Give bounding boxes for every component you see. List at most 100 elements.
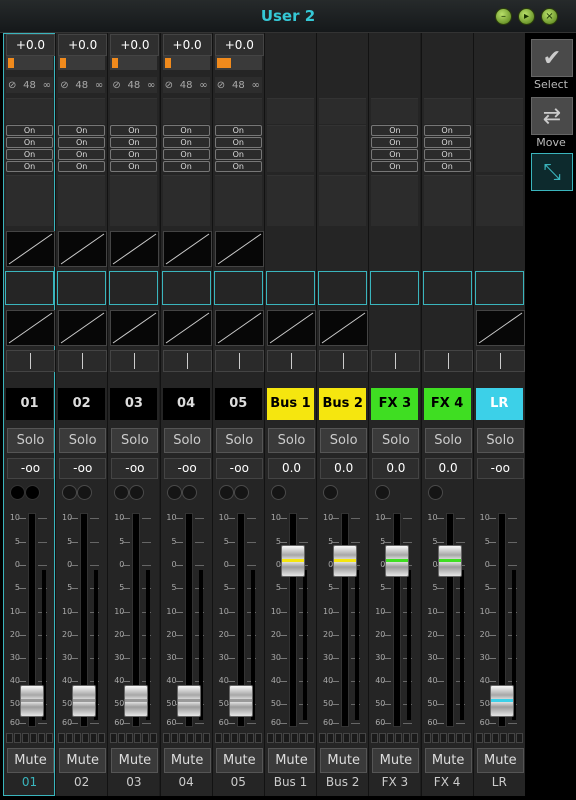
assign-button[interactable] — [431, 733, 439, 743]
assign-button[interactable] — [483, 733, 491, 743]
fader-knob[interactable] — [228, 685, 253, 717]
assign-button[interactable] — [475, 733, 483, 743]
assign-button[interactable] — [6, 733, 13, 743]
solo-button[interactable]: Solo — [372, 428, 420, 453]
send-on-button[interactable]: On — [423, 149, 471, 160]
fader[interactable]: 10505102030405060 — [422, 508, 473, 733]
pan-control[interactable] — [423, 350, 473, 372]
phase-icon[interactable]: ⊘ — [8, 80, 16, 91]
fader[interactable]: 10505102030405060 — [213, 508, 264, 733]
fader-knob[interactable] — [489, 685, 514, 717]
mute-button[interactable]: Mute — [476, 748, 524, 773]
routing-slot[interactable] — [370, 271, 420, 305]
assign-button[interactable] — [118, 733, 126, 743]
send-on-button[interactable]: On — [371, 137, 419, 148]
send-on-button[interactable]: On — [371, 149, 419, 160]
gain-value[interactable]: +0.0 — [162, 34, 212, 56]
assign-button[interactable] — [30, 733, 37, 743]
link-icon[interactable]: ∞ — [43, 80, 51, 91]
routing-slot[interactable] — [318, 271, 368, 305]
fader-knob[interactable] — [72, 685, 97, 717]
routing-slot[interactable] — [57, 271, 107, 305]
assign-button[interactable] — [411, 733, 419, 743]
assign-button[interactable] — [162, 733, 170, 743]
routing-slot[interactable] — [422, 271, 472, 305]
send-on-button[interactable]: On — [58, 161, 106, 172]
link-icon[interactable]: ∞ — [251, 80, 259, 91]
comp-curve[interactable] — [319, 310, 369, 346]
gain-bar[interactable] — [214, 56, 262, 70]
phase-icon[interactable]: ⊘ — [112, 80, 120, 91]
solo-button[interactable]: Solo — [7, 428, 54, 453]
gain-bar[interactable] — [6, 56, 53, 70]
gain-value[interactable]: +0.0 — [110, 34, 160, 56]
fader-knob[interactable] — [281, 545, 305, 577]
assign-button[interactable] — [178, 733, 186, 743]
routing-slot[interactable] — [5, 271, 54, 305]
send-on-button[interactable]: On — [214, 161, 262, 172]
fader[interactable]: 10505102030405060 — [161, 508, 212, 733]
fader[interactable]: 10505102030405060 — [265, 508, 316, 733]
fader[interactable]: 10505102030405060 — [4, 508, 55, 733]
solo-button[interactable]: Solo — [111, 428, 159, 453]
routing-slot[interactable] — [213, 271, 263, 305]
mute-button[interactable]: Mute — [424, 748, 472, 773]
send-on-button[interactable]: On — [371, 161, 419, 172]
send-on-button[interactable]: On — [162, 149, 210, 160]
fader[interactable]: 10505102030405060 — [108, 508, 159, 733]
comp-curve[interactable] — [58, 310, 108, 346]
move-tool-button[interactable]: ⇄ — [531, 97, 573, 135]
assign-button[interactable] — [214, 733, 222, 743]
send-on-button[interactable]: On — [58, 125, 106, 136]
channel-name[interactable]: 02 — [58, 388, 106, 420]
eq-curve[interactable] — [110, 231, 160, 267]
send-on-button[interactable]: On — [6, 149, 53, 160]
pan-control[interactable] — [58, 350, 108, 372]
assign-button[interactable] — [291, 733, 298, 743]
mute-button[interactable]: Mute — [111, 748, 159, 773]
phase-icon[interactable]: ⊘ — [60, 80, 68, 91]
gain-bar[interactable] — [110, 56, 158, 70]
comp-curve[interactable] — [267, 310, 316, 346]
comp-curve[interactable] — [214, 310, 264, 346]
assign-button[interactable] — [267, 733, 274, 743]
pan-control[interactable] — [110, 350, 160, 372]
solo-button[interactable]: Solo — [215, 428, 263, 453]
solo-button[interactable]: Solo — [268, 428, 315, 453]
assign-button[interactable] — [307, 733, 314, 743]
solo-button[interactable]: Solo — [320, 428, 368, 453]
mute-button[interactable]: Mute — [268, 748, 315, 773]
comp-curve[interactable] — [110, 310, 160, 346]
assign-button[interactable] — [351, 733, 359, 743]
assign-button[interactable] — [202, 733, 210, 743]
gain-value[interactable]: +0.0 — [6, 34, 55, 56]
assign-button[interactable] — [379, 733, 387, 743]
assign-button[interactable] — [134, 733, 142, 743]
eq-curve[interactable] — [214, 231, 264, 267]
assign-button[interactable] — [395, 733, 403, 743]
close-button[interactable]: × — [541, 8, 558, 25]
assign-button[interactable] — [230, 733, 238, 743]
send-on-button[interactable]: On — [423, 125, 471, 136]
eq-curve[interactable] — [58, 231, 108, 267]
pan-control[interactable] — [267, 350, 316, 372]
assign-button[interactable] — [371, 733, 379, 743]
channel-name[interactable]: 05 — [214, 388, 262, 420]
link-icon[interactable]: ∞ — [199, 80, 207, 91]
channel-name[interactable]: FX 3 — [371, 388, 419, 420]
send-on-button[interactable]: On — [423, 137, 471, 148]
channel-name[interactable]: Bus 1 — [267, 388, 314, 420]
assign-button[interactable] — [491, 733, 499, 743]
assign-button[interactable] — [335, 733, 343, 743]
solo-button[interactable]: Solo — [59, 428, 107, 453]
assign-button[interactable] — [447, 733, 455, 743]
solo-button[interactable]: Solo — [476, 428, 524, 453]
assign-button[interactable] — [74, 733, 82, 743]
restore-button[interactable]: ▸ — [518, 8, 535, 25]
fader-knob[interactable] — [124, 685, 149, 717]
assign-button[interactable] — [66, 733, 74, 743]
assign-button[interactable] — [186, 733, 194, 743]
send-on-button[interactable]: On — [371, 125, 419, 136]
mute-button[interactable]: Mute — [163, 748, 211, 773]
fader[interactable]: 10505102030405060 — [317, 508, 368, 733]
